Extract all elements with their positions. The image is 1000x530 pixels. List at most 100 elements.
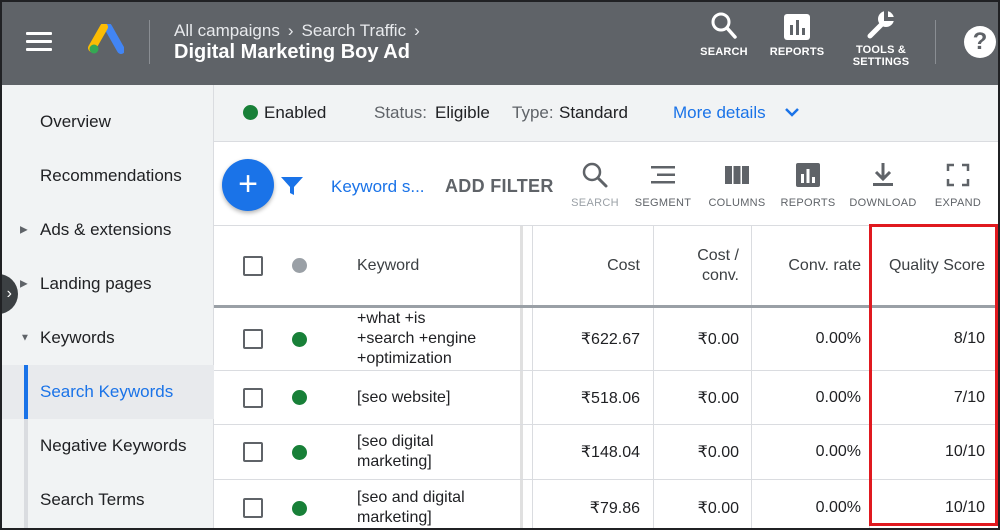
tools-settings-button[interactable]: TOOLS & SETTINGS	[848, 8, 914, 68]
filter-icon[interactable]	[280, 175, 304, 197]
reports-button[interactable]: REPORTS	[768, 10, 826, 58]
download-icon	[873, 163, 893, 186]
wrench-icon	[867, 11, 894, 39]
status-column-header[interactable]	[292, 226, 307, 305]
sidebar-item-overview[interactable]: Overview	[2, 95, 214, 149]
tools-label-line1: TOOLS &	[855, 44, 907, 56]
header-line: Cost /	[697, 246, 739, 264]
table-header: Keyword Cost Cost / conv. Conv. rate Qua…	[214, 226, 998, 308]
download-button[interactable]: DOWNLOAD	[848, 161, 918, 209]
row-checkbox[interactable]	[243, 442, 263, 462]
quality-score-column-header[interactable]: Quality Score	[871, 226, 985, 305]
table-row[interactable]: [seo digital marketing] ₹148.04 ₹0.00 0.…	[214, 425, 998, 480]
sidebar-item-search-terms[interactable]: Search Terms	[2, 473, 214, 527]
keyword-text: marketing]	[357, 453, 432, 470]
reports-tool-button[interactable]: REPORTS	[773, 161, 843, 209]
sidebar-item-label: Search Keywords	[40, 382, 174, 401]
menu-icon[interactable]	[26, 32, 52, 52]
cost-per-conv-column-header[interactable]: Cost / conv.	[655, 226, 739, 305]
columns-button[interactable]: COLUMNS	[702, 161, 772, 209]
keyword-text: [seo digital	[357, 433, 434, 450]
breadcrumb-all-campaigns[interactable]: All campaigns	[174, 21, 280, 40]
enabled-status-icon[interactable]	[292, 390, 307, 405]
cost-per-conv-cell: ₹0.00	[697, 389, 739, 407]
sidebar-item-label: Landing pages	[40, 274, 152, 293]
keyword-status-filter-chip[interactable]: Keyword s...	[331, 177, 425, 197]
enabled-status-icon[interactable]	[292, 444, 307, 460]
sidebar-item-label: Search Terms	[40, 490, 145, 509]
add-filter-button[interactable]: ADD FILTER	[445, 176, 554, 197]
type-label: Type:	[512, 103, 554, 122]
search-button[interactable]: SEARCH	[699, 10, 749, 58]
reports-button-label: REPORTS	[769, 46, 825, 58]
keyword-text: +search +engine	[357, 330, 477, 347]
cost-column-header[interactable]: Cost	[534, 226, 640, 305]
sidebar-item-label: Recommendations	[40, 166, 182, 185]
expand-arrow-icon[interactable]: ▶	[20, 279, 28, 290]
quality-score-cell: 10/10	[944, 499, 985, 516]
table-row[interactable]: [seo and digital marketing] ₹79.86 ₹0.00…	[214, 480, 998, 528]
sidebar-item-ads-extensions[interactable]: ▶ Ads & extensions	[2, 203, 214, 257]
cost-cell: ₹148.04	[580, 444, 640, 461]
keyword-cell[interactable]: +what +is +search +engine +optimization	[357, 308, 476, 370]
enabled-status-icon[interactable]	[292, 331, 307, 347]
google-ads-logo[interactable]	[88, 24, 124, 56]
breadcrumb-search-traffic[interactable]: Search Traffic	[302, 21, 407, 40]
tool-label: EXPAND	[934, 197, 982, 209]
reports-icon	[784, 14, 810, 40]
keyword-cell[interactable]: [seo digital marketing]	[357, 425, 434, 479]
row-status-cell	[292, 308, 307, 370]
row-checkbox[interactable]	[243, 387, 263, 408]
side-navigation: Overview Recommendations ▶ Ads & extensi…	[2, 85, 214, 528]
table-toolbar: + Keyword s... ADD FILTER SEARCH SEGMENT…	[214, 143, 998, 226]
sidebar-item-recommendations[interactable]: Recommendations	[2, 149, 214, 203]
select-all-checkbox[interactable]	[243, 255, 263, 276]
reports-icon	[796, 163, 820, 187]
quality-score-cell: 8/10	[953, 330, 985, 347]
segment-button[interactable]: SEGMENT	[628, 161, 698, 209]
row-select-cell	[243, 308, 263, 370]
top-app-bar: All campaigns › Search Traffic › Digital Ma…	[2, 2, 998, 85]
select-all-cell	[243, 226, 263, 305]
sidebar-item-landing-pages[interactable]: ▶ Landing pages	[2, 257, 214, 311]
table-row[interactable]: +what +is +search +engine +optimization …	[214, 308, 998, 371]
expand-arrow-icon[interactable]: ▶	[20, 225, 28, 236]
conv-rate-column-header[interactable]: Conv. rate	[753, 226, 861, 305]
row-checkbox[interactable]	[243, 498, 263, 518]
table-row[interactable]: [seo website] ₹518.06 ₹0.00 0.00% 7/10	[214, 371, 998, 425]
row-status-cell	[292, 425, 307, 479]
sidebar-item-negative-keywords[interactable]: Negative Keywords	[2, 419, 214, 473]
keyword-cell[interactable]: [seo and digital marketing]	[357, 480, 465, 528]
conv-rate-cell: 0.00%	[815, 388, 861, 406]
keyword-cell[interactable]: [seo website]	[357, 371, 450, 424]
quality-score-cell: 7/10	[953, 388, 985, 406]
enabled-status-text[interactable]: Enabled	[264, 103, 326, 123]
expand-button[interactable]: EXPAND	[923, 161, 993, 209]
columns-icon	[725, 166, 749, 184]
keyword-text: +what +is	[357, 310, 426, 327]
header-divider	[935, 20, 936, 64]
sidebar-item-keywords[interactable]: ▼ Keywords	[2, 311, 214, 365]
cost-per-conv-cell: ₹0.00	[697, 444, 739, 461]
tool-label: REPORTS	[780, 197, 836, 209]
more-details-link[interactable]: More details	[673, 103, 766, 123]
chevron-right-icon: ›	[414, 21, 420, 40]
chevron-down-icon[interactable]	[784, 106, 800, 118]
active-indicator	[24, 365, 28, 419]
keyword-text: marketing]	[357, 509, 432, 526]
expand-icon	[946, 163, 970, 187]
sidebar-item-label: Negative Keywords	[40, 436, 187, 455]
add-keyword-button[interactable]: +	[222, 159, 274, 211]
tool-label: COLUMNS	[708, 197, 766, 209]
sidebar-item-search-keywords[interactable]: Search Keywords	[2, 365, 214, 419]
type-value: Standard	[559, 103, 628, 122]
keyword-column-header[interactable]: Keyword	[357, 226, 419, 305]
enabled-status-icon	[243, 105, 258, 120]
table-search-button[interactable]: SEARCH	[560, 161, 630, 209]
cost-cell: ₹79.86	[589, 500, 640, 517]
campaign-title[interactable]: Digital Marketing Boy Ad	[174, 41, 410, 64]
collapse-arrow-icon[interactable]: ▼	[20, 333, 30, 344]
help-icon[interactable]: ?	[964, 26, 996, 58]
row-checkbox[interactable]	[243, 329, 263, 349]
enabled-status-icon[interactable]	[292, 500, 307, 516]
